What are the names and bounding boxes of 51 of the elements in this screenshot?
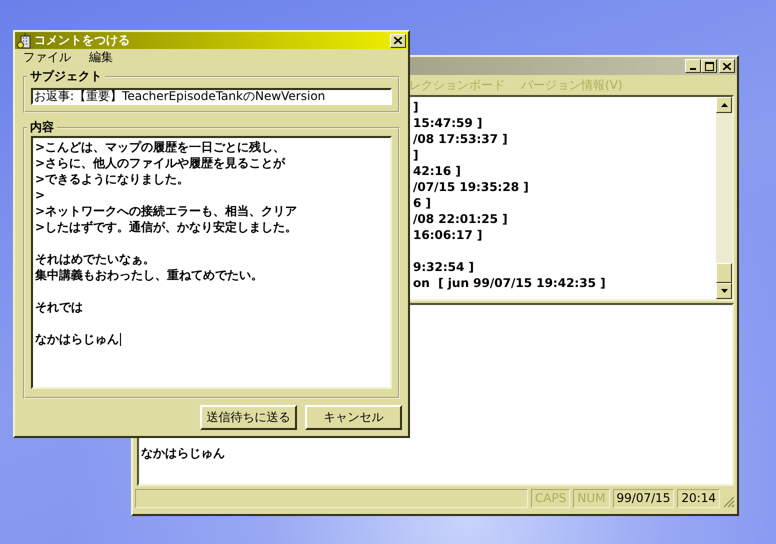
minimize-button[interactable] (685, 59, 701, 73)
text-cursor (120, 332, 121, 346)
log-line: ] (413, 99, 420, 115)
log-line: 15:47:59 ] (413, 115, 484, 131)
text-line: >さらに、他人のファイルや履歴を見ることが (35, 155, 286, 171)
log-line: 42:16 ] (413, 163, 462, 179)
scroll-down-button[interactable] (716, 283, 732, 299)
menu-item[interactable]: ファイル (23, 49, 71, 66)
building-icon (17, 32, 31, 48)
log-line: 6 ] (413, 195, 432, 211)
text-line: それはめでたいなぁ。 (35, 251, 156, 267)
log-line: 9:32:54 ] (413, 259, 476, 275)
text-line: >したはずです。通信が、かなり安定しました。 (35, 219, 298, 235)
close-button[interactable] (390, 34, 406, 48)
window-title: コメントをつける (34, 32, 130, 49)
maximize-button[interactable] (701, 59, 717, 73)
maximize-icon (704, 62, 714, 70)
status-indicator: CAPS (530, 488, 570, 508)
message-field[interactable]: >こんどは、マップの履歴を一日ごとに残し、 >さらに、他人のファイルや履歴を見ることが >できるようになりました。 > >ネットワークへの接続エラーも、相当、クリア >したはずです。通信が、かなり安定しました。 それはめでたいなぁ。 集中講義もおわったし、重ねてめでたい。 それでは なかはらじゅん (31, 136, 392, 389)
subject-field[interactable]: お返事:【重要】TeacherEpisodeTankのNewVersion (31, 88, 392, 105)
log-line: ] (413, 147, 420, 163)
down-arrow-icon (720, 289, 728, 293)
up-arrow-icon (720, 103, 728, 107)
text-line: 集中講義もおわったし、重ねてめでたい。 (35, 267, 264, 283)
status-indicator: NUM (573, 488, 610, 508)
group-label: 内容 (29, 119, 55, 136)
close-icon (723, 62, 731, 70)
log-line: /07/15 19:35:28 ] (413, 179, 530, 195)
scrollbar[interactable] (716, 97, 732, 299)
scroll-thumb[interactable] (716, 263, 732, 283)
dialog-button[interactable]: キャンセル (305, 405, 402, 430)
log-line: /08 22:01:25 ] (413, 211, 509, 227)
text-line: >こんどは、マップの履歴を一日ごとに残し、 (35, 139, 286, 155)
text-line: それでは (35, 299, 84, 315)
text-line: > (35, 187, 46, 203)
log-line: on [ jun 99/07/15 19:42:35 ] (413, 275, 607, 291)
preview-text: なかはらじゅん (141, 445, 225, 462)
text-line: >ネットワークへの接続エラーも、相当、クリア (35, 203, 298, 219)
status-text: 99/07/15 (612, 488, 674, 508)
dialog-button[interactable]: 送信待ちに送る (200, 405, 297, 430)
status-text: 20:14 (677, 488, 720, 508)
log-line: 16:06:17 ] (413, 227, 484, 243)
group-label: サブジェクト (29, 68, 103, 85)
log-line: /08 17:53:37 ] (413, 131, 509, 147)
menu-item[interactable]: 編集 (89, 49, 113, 66)
close-button[interactable] (719, 59, 735, 73)
scroll-up-button[interactable] (716, 97, 732, 113)
close-icon (394, 37, 402, 44)
text-line: >できるようになりました。 (35, 171, 190, 187)
resize-grip-icon[interactable] (723, 496, 735, 508)
text-line: なかはらじゅん (35, 331, 122, 347)
